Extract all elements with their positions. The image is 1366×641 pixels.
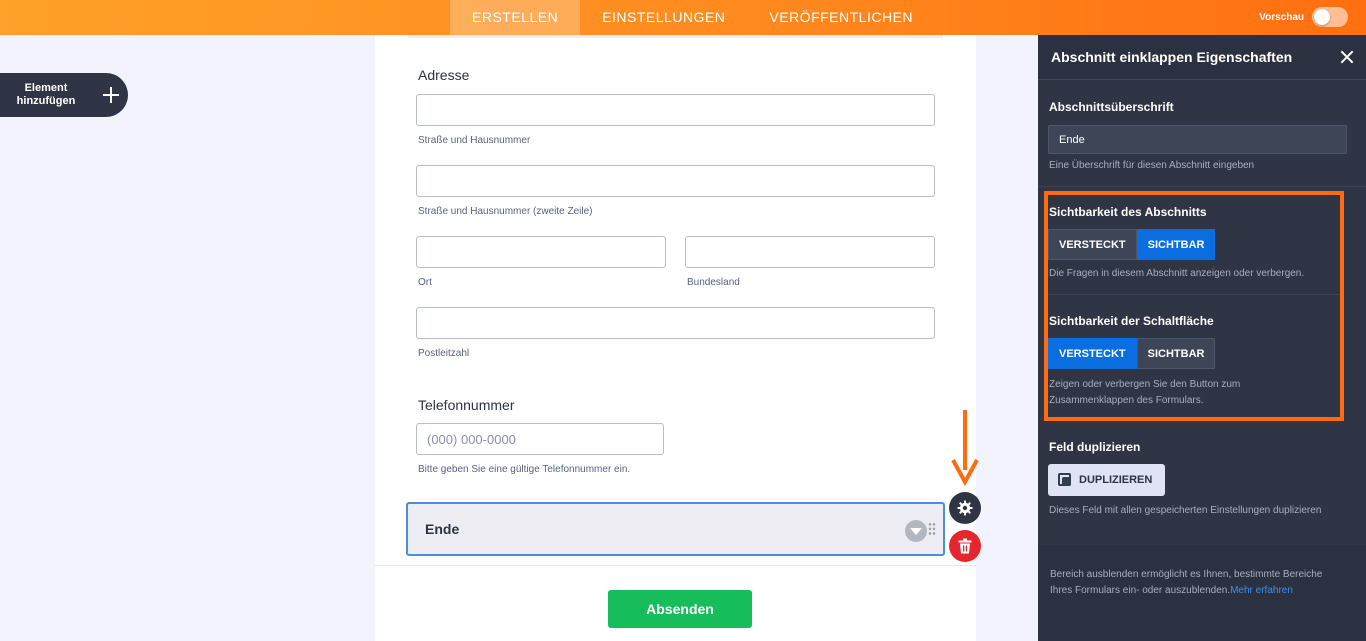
street2-sublabel: Straße und Hausnummer (zweite Zeile) — [418, 206, 593, 217]
toggle-knob — [1314, 9, 1330, 25]
form-divider — [375, 565, 976, 566]
delete-field-button[interactable] — [949, 530, 981, 562]
duplicate-description: Dieses Feld mit allen gespeicherten Eins… — [1049, 505, 1322, 516]
tab-erstellen[interactable]: ERSTELLEN — [450, 0, 581, 35]
zip-input[interactable] — [416, 307, 935, 339]
learn-more-link[interactable]: Mehr erfahren — [1230, 585, 1293, 596]
city-input[interactable] — [416, 236, 666, 268]
state-input[interactable] — [685, 236, 935, 268]
info-box: Bereich ausblenden ermöglicht es Ihnen, … — [1038, 545, 1366, 641]
tab-einstellungen[interactable]: EINSTELLUNGEN — [580, 0, 747, 35]
street-input[interactable] — [416, 94, 935, 126]
add-element-button[interactable]: Element hinzufügen — [0, 73, 128, 117]
panel-title: Abschnitt einklappen Eigenschaften — [1051, 49, 1293, 65]
duplicate-title: Feld duplizieren — [1049, 440, 1141, 454]
street-sublabel: Straße und Hausnummer — [418, 135, 531, 146]
state-sublabel: Bundesland — [687, 277, 740, 288]
section-heading-input[interactable]: Ende — [1048, 125, 1347, 154]
collapse-section-field[interactable]: Ende — [406, 502, 945, 556]
panel-header: Abschnitt einklappen Eigenschaften — [1038, 35, 1366, 80]
previous-field-edge — [408, 35, 943, 38]
tab-veroeffentlichen[interactable]: VERÖFFENTLICHEN — [747, 0, 935, 35]
city-sublabel: Ort — [418, 277, 432, 288]
preview-label: Vorschau — [1259, 11, 1304, 23]
street2-input[interactable] — [416, 165, 935, 197]
preview-toggle-group: Vorschau — [1259, 7, 1348, 27]
section-title: Ende — [425, 521, 460, 537]
add-element-label: Element hinzufügen — [16, 82, 76, 107]
plus-icon — [102, 86, 120, 104]
drag-handle-icon[interactable] — [928, 522, 936, 536]
top-navigation-bar: ERSTELLEN EINSTELLUNGEN VERÖFFENTLICHEN … — [0, 0, 1366, 35]
form-canvas: Adresse Straße und Hausnummer Straße und… — [375, 35, 976, 641]
panel-divider — [1038, 186, 1366, 187]
zip-sublabel: Postleitzahl — [418, 348, 470, 359]
copy-icon — [1058, 473, 1072, 487]
phone-placeholder: (000) 000-0000 — [427, 432, 516, 447]
duplicate-button[interactable]: DUPLIZIEREN — [1048, 464, 1165, 496]
gear-icon — [957, 500, 973, 516]
phone-label: Telefonnummer — [418, 397, 515, 413]
close-icon[interactable] — [1340, 50, 1354, 64]
heading-field-description: Eine Überschrift für diesen Abschnitt ei… — [1049, 160, 1255, 171]
field-settings-button[interactable] — [949, 492, 981, 524]
duplicate-button-label: DUPLIZIEREN — [1079, 474, 1153, 486]
phone-input[interactable]: (000) 000-0000 — [416, 423, 664, 455]
section-heading-value: Ende — [1059, 134, 1085, 146]
info-text: Bereich ausblenden ermöglicht es Ihnen, … — [1050, 567, 1340, 599]
heading-field-title: Abschnittsüberschrift — [1049, 100, 1174, 114]
trash-icon — [958, 538, 972, 554]
annotation-arrow — [951, 410, 979, 486]
address-label: Adresse — [418, 67, 470, 83]
submit-button[interactable]: Absenden — [608, 590, 752, 628]
chevron-down-icon[interactable] — [905, 520, 927, 542]
builder-tabs: ERSTELLEN EINSTELLUNGEN VERÖFFENTLICHEN — [450, 0, 935, 35]
preview-toggle[interactable] — [1312, 7, 1348, 27]
phone-sublabel: Bitte geben Sie eine gültige Telefonnumm… — [418, 464, 631, 475]
highlight-box — [1044, 191, 1344, 421]
properties-panel: Abschnitt einklappen Eigenschaften Absch… — [1038, 35, 1366, 641]
